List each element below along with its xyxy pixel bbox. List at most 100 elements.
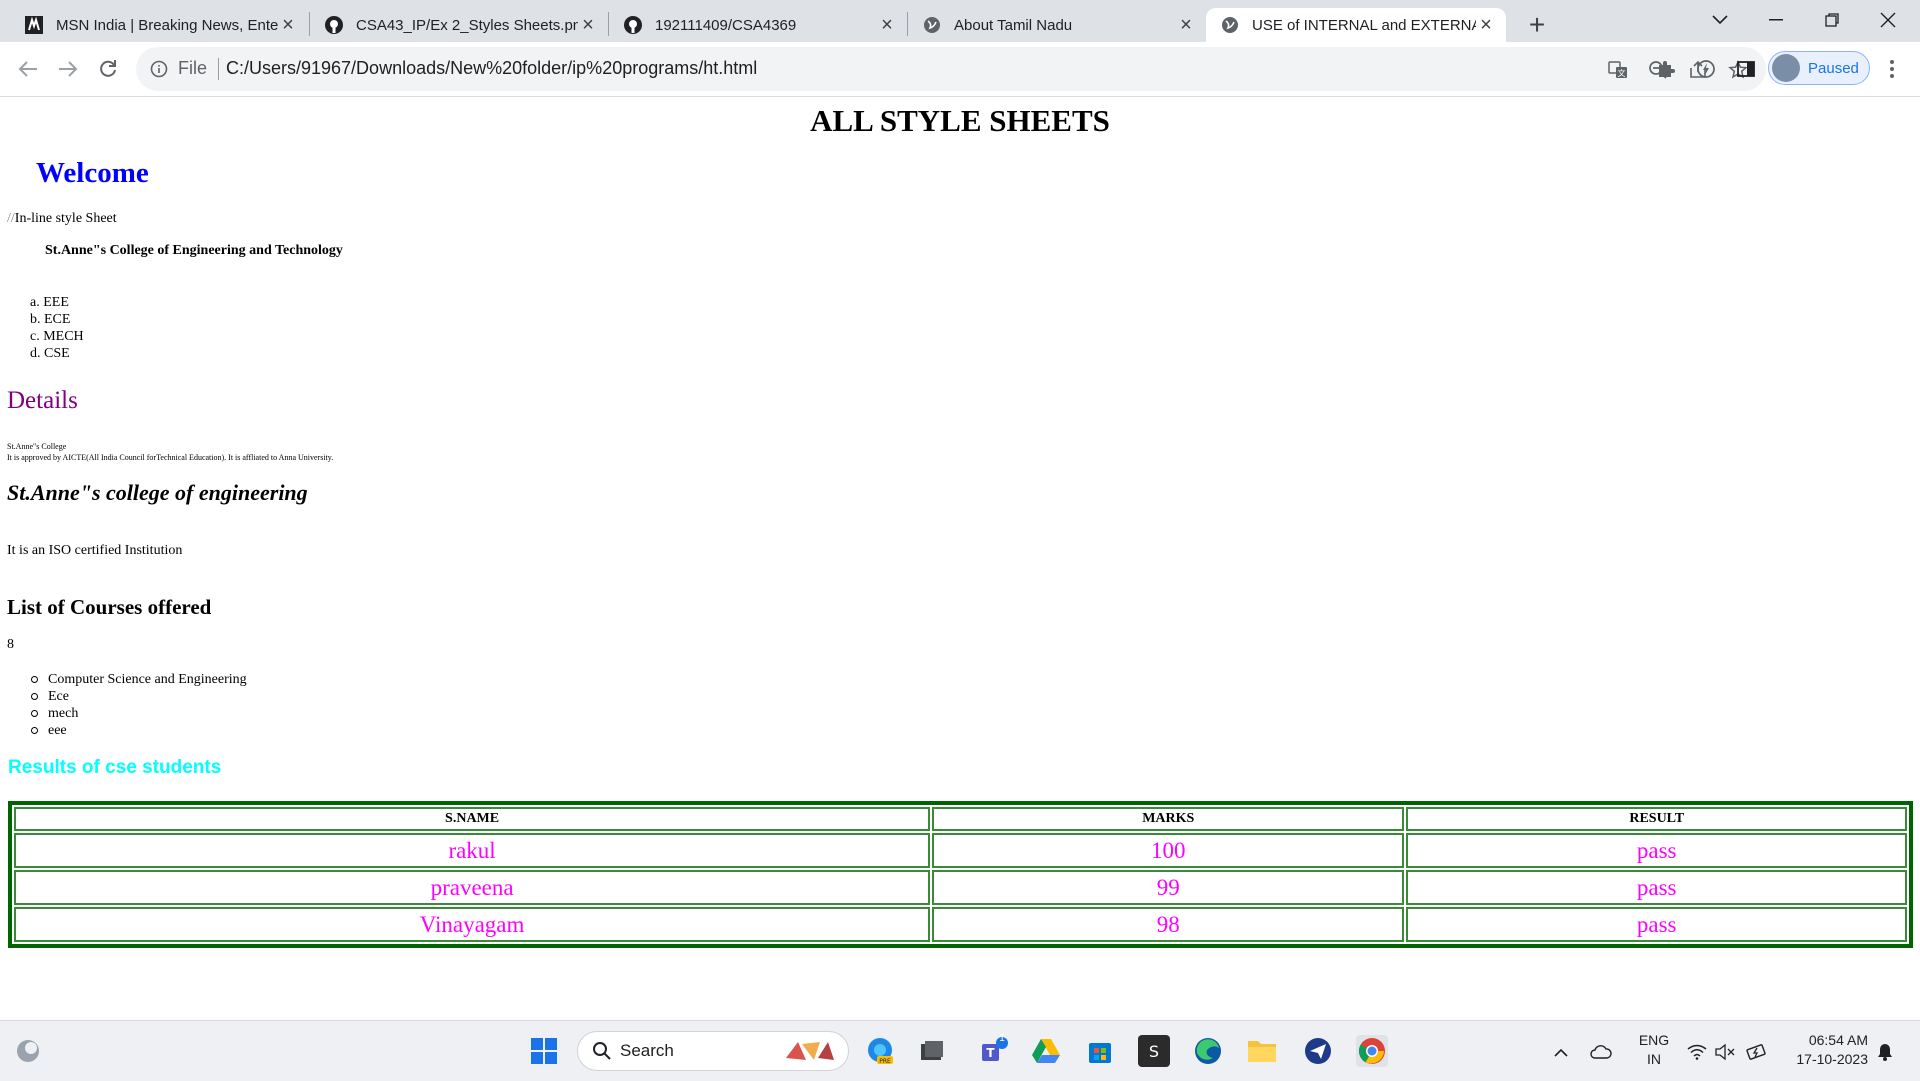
- list-item: a. EEE: [30, 294, 84, 311]
- address-bar[interactable]: File C:/Users/91967/Downloads/New%20fold…: [136, 47, 1766, 91]
- performance-icon[interactable]: [1694, 57, 1718, 81]
- column-header-marks: MARKS: [932, 807, 1405, 831]
- iso-text: It is an ISO certified Institution: [7, 543, 183, 558]
- file-manager-icon[interactable]: [916, 1035, 948, 1067]
- tiny-description: St.Anne"s College It is approved by AICT…: [7, 441, 333, 463]
- edge-browser-icon[interactable]: [1192, 1035, 1224, 1067]
- show-hidden-icons-chevron-icon[interactable]: [1548, 1039, 1574, 1065]
- reload-icon[interactable]: [92, 53, 124, 85]
- list-item: eee: [30, 722, 247, 739]
- github-icon: [324, 15, 344, 35]
- search-highlight-icon: [784, 1038, 838, 1064]
- s-app-icon[interactable]: S: [1138, 1035, 1170, 1067]
- list-item: c. MECH: [30, 328, 84, 345]
- send-app-icon[interactable]: [1302, 1035, 1334, 1067]
- side-panel-icon[interactable]: [1734, 57, 1758, 81]
- teams-icon[interactable]: T 1: [978, 1033, 1010, 1067]
- italic-college-heading: St.Anne"s college of engineering: [7, 480, 308, 505]
- close-tab-icon[interactable]: ×: [1476, 14, 1496, 37]
- course-text: Ece: [48, 689, 69, 704]
- windows-start-icon[interactable]: [528, 1035, 560, 1067]
- notification-bell-icon[interactable]: [1872, 1039, 1898, 1065]
- tab-title: 192111409/CSA4369: [655, 16, 797, 34]
- column-header-result: RESULT: [1406, 807, 1907, 831]
- close-window-button[interactable]: [1860, 0, 1916, 40]
- tiny-line-approval: It is approved by AICTE(All India Counci…: [7, 453, 334, 462]
- google-drive-icon[interactable]: [1030, 1035, 1062, 1067]
- table-row: rakul 100 pass: [14, 833, 1907, 868]
- cell-marks: 100: [932, 833, 1405, 868]
- region-code: IN: [1647, 1051, 1661, 1067]
- table-row: Vinayagam 98 pass: [14, 907, 1907, 942]
- wifi-icon[interactable]: [1684, 1039, 1710, 1065]
- close-tab-icon[interactable]: ×: [278, 14, 298, 37]
- inline-style-label: In-line style Sheet: [14, 211, 117, 226]
- edge-preview-icon[interactable]: PRE: [864, 1035, 896, 1067]
- microsoft-store-icon[interactable]: [1084, 1035, 1116, 1067]
- circle-bullet-icon: [31, 693, 38, 700]
- course-text: mech: [48, 706, 79, 721]
- course-text: eee: [48, 723, 67, 738]
- windows-taskbar: Search PRE T 1 S ENG IN 06:54 AM 17-10-2…: [0, 1020, 1920, 1081]
- language-code: ENG: [1638, 1032, 1670, 1048]
- table-row: praveena 99 pass: [14, 870, 1907, 905]
- list-text: ECE: [44, 312, 71, 327]
- profile-button[interactable]: Paused: [1768, 51, 1870, 85]
- cell-result: pass: [1406, 907, 1907, 942]
- tab-github-styles[interactable]: CSA43_IP/Ex 2_Styles Sheets.pn ×: [310, 8, 608, 42]
- circle-bullet-icon: [31, 676, 38, 683]
- tab-tamil-nadu[interactable]: About Tamil Nadu ×: [908, 8, 1206, 42]
- onedrive-cloud-icon[interactable]: [1588, 1039, 1614, 1065]
- results-heading: Results of cse students: [8, 757, 222, 778]
- list-item: Ece: [30, 688, 247, 705]
- github-icon: [623, 15, 643, 35]
- cell-name: praveena: [14, 870, 931, 905]
- list-item: b. ECE: [30, 311, 84, 328]
- cell-marks: 98: [932, 907, 1405, 942]
- extensions-puzzle-icon[interactable]: [1654, 57, 1678, 81]
- tab-msn[interactable]: MSN India | Breaking News, Ente ×: [10, 8, 308, 42]
- clock-date: 17-10-2023: [1796, 1051, 1868, 1067]
- list-text: EEE: [43, 295, 69, 310]
- search-label: Search: [620, 1041, 674, 1060]
- info-icon[interactable]: [148, 58, 170, 80]
- circle-bullet-icon: [31, 727, 38, 734]
- input-language-indicator[interactable]: ENG IN: [1634, 1031, 1674, 1069]
- file-explorer-icon[interactable]: [1246, 1035, 1278, 1067]
- minimize-button[interactable]: [1748, 0, 1804, 40]
- chrome-icon[interactable]: [1356, 1035, 1388, 1067]
- tab-title: MSN India | Breaking News, Ente: [56, 16, 278, 34]
- battery-charging-icon[interactable]: [1744, 1039, 1770, 1065]
- close-tab-icon[interactable]: ×: [877, 14, 897, 37]
- system-clock[interactable]: 06:54 AM 17-10-2023: [1784, 1031, 1868, 1069]
- taskbar-search-box[interactable]: Search: [577, 1031, 849, 1071]
- translate-icon[interactable]: 文: [1606, 58, 1630, 82]
- new-tab-button[interactable]: +: [1520, 8, 1554, 42]
- close-tab-icon[interactable]: ×: [578, 14, 598, 37]
- more-menu-icon[interactable]: [1880, 55, 1904, 83]
- cell-result: pass: [1406, 870, 1907, 905]
- cell-name: rakul: [14, 833, 931, 868]
- tab-search-chevron-icon[interactable]: [1692, 0, 1748, 40]
- list-text: CSE: [44, 346, 70, 361]
- department-ordered-list: a. EEE b. ECE c. MECH d. CSE: [30, 294, 84, 362]
- list-marker: c.: [30, 329, 40, 344]
- list-text: MECH: [43, 329, 84, 344]
- search-icon: [592, 1041, 612, 1061]
- address-url[interactable]: C:/Users/91967/Downloads/New%20folder/ip…: [226, 58, 757, 79]
- column-header-name: S.NAME: [14, 807, 931, 831]
- browser-toolbar: File C:/Users/91967/Downloads/New%20fold…: [0, 42, 1920, 97]
- forward-arrow-icon[interactable]: [52, 53, 84, 85]
- weather-widget-icon[interactable]: [12, 1035, 44, 1067]
- list-marker: a.: [30, 295, 40, 310]
- back-arrow-icon[interactable]: [12, 53, 44, 85]
- cell-marks: 99: [932, 870, 1405, 905]
- college-name: St.Anne"s College of Engineering and Tec…: [45, 243, 343, 258]
- tab-active-page[interactable]: USE of INTERNAL and EXTERNA ×: [1206, 8, 1506, 42]
- restore-button[interactable]: [1804, 0, 1860, 40]
- inline-style-note: //In-line style Sheet: [7, 211, 117, 227]
- speaker-muted-icon[interactable]: [1712, 1039, 1738, 1065]
- profile-status-label: Paused: [1808, 59, 1859, 77]
- tab-github-repo[interactable]: 192111409/CSA4369 ×: [609, 8, 907, 42]
- close-tab-icon[interactable]: ×: [1176, 14, 1196, 37]
